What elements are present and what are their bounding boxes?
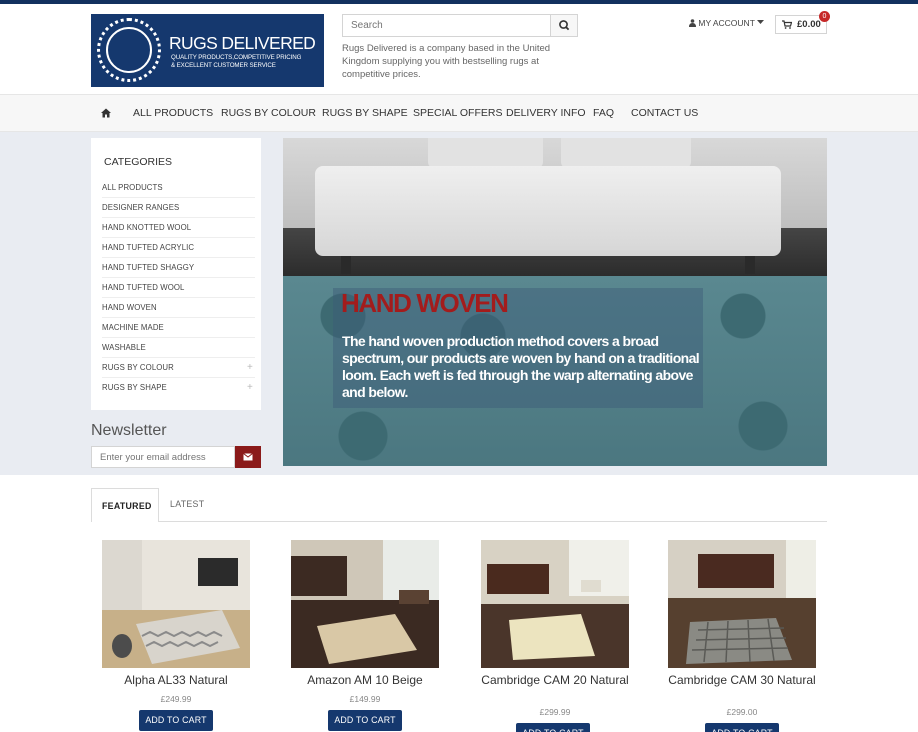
- product-price: £249.99: [160, 694, 192, 704]
- category-item[interactable]: WASHABLE: [102, 338, 255, 358]
- cart-total: £0.00: [797, 19, 821, 30]
- main-nav: ALL PRODUCTS RUGS BY COLOUR RUGS BY SHAP…: [0, 94, 918, 132]
- hero-banner[interactable]: HAND WOVEN The hand woven production met…: [283, 138, 827, 466]
- caret-down-icon: [757, 20, 765, 24]
- user-icon: [689, 19, 696, 27]
- category-item[interactable]: HAND WOVEN: [102, 298, 255, 318]
- category-item[interactable]: HAND TUFTED WOOL: [102, 278, 255, 298]
- category-item-rugs-by-shape[interactable]: RUGS BY SHAPE +: [102, 378, 255, 398]
- my-account-dropdown[interactable]: MY ACCOUNT: [689, 18, 765, 28]
- product-image[interactable]: [102, 540, 250, 668]
- site-logo[interactable]: RUGS DELIVERED QUALITY PRODUCTS,COMPETIT…: [91, 14, 324, 87]
- newsletter-email-input[interactable]: [91, 446, 235, 468]
- hero-heading: HAND WOVEN: [341, 288, 509, 318]
- nav-faq[interactable]: FAQ: [593, 107, 614, 119]
- category-item[interactable]: ALL PRODUCTS: [102, 178, 255, 198]
- product-price: £149.99: [349, 694, 381, 704]
- category-item[interactable]: HAND TUFTED SHAGGY: [102, 258, 255, 278]
- categories-list: ALL PRODUCTS DESIGNER RANGES HAND KNOTTE…: [102, 178, 255, 398]
- product-image[interactable]: [481, 540, 629, 668]
- product-name[interactable]: Cambridge CAM 20 Natural: [481, 674, 629, 687]
- nav-contact-us[interactable]: CONTACT US: [631, 107, 698, 119]
- add-to-cart-button[interactable]: ADD TO CART: [139, 710, 213, 731]
- tab-latest[interactable]: LATEST: [170, 499, 204, 509]
- sofa-image: [315, 166, 781, 256]
- top-accent-bar: [0, 0, 918, 4]
- home-icon[interactable]: [101, 108, 111, 118]
- cart-icon: [782, 20, 792, 29]
- tab-featured[interactable]: FEATURED: [91, 488, 159, 522]
- product-name[interactable]: Cambridge CAM 30 Natural: [668, 674, 816, 687]
- category-item-rugs-by-colour[interactable]: RUGS BY COLOUR +: [102, 358, 255, 378]
- categories-panel: CATEGORIES ALL PRODUCTS DESIGNER RANGES …: [91, 138, 261, 410]
- company-description: Rugs Delivered is a company based in the…: [342, 43, 551, 80]
- envelope-icon: [243, 453, 253, 461]
- category-item[interactable]: HAND TUFTED ACRYLIC: [102, 238, 255, 258]
- search-icon: [559, 20, 570, 31]
- categories-title: CATEGORIES: [104, 156, 173, 168]
- newsletter-title: Newsletter: [91, 422, 167, 439]
- expand-plus-icon[interactable]: +: [247, 378, 253, 397]
- cart-count-badge: 0: [819, 11, 830, 22]
- nav-rugs-by-shape[interactable]: RUGS BY SHAPE: [322, 107, 408, 119]
- logo-title: RUGS DELIVERED: [169, 33, 316, 53]
- newsletter-submit-button[interactable]: [235, 446, 261, 468]
- category-item[interactable]: DESIGNER RANGES: [102, 198, 255, 218]
- product-price: £299.99: [539, 707, 571, 717]
- search-bar: [342, 14, 578, 37]
- product-price: £299.00: [726, 707, 758, 717]
- nav-special-offers[interactable]: SPECIAL OFFERS: [413, 107, 502, 119]
- nav-all-products[interactable]: ALL PRODUCTS: [133, 107, 213, 119]
- expand-plus-icon[interactable]: +: [247, 358, 253, 377]
- product-image[interactable]: [291, 540, 439, 668]
- product-name[interactable]: Amazon AM 10 Beige: [291, 674, 439, 687]
- my-account-label: MY ACCOUNT: [698, 18, 755, 28]
- product-image[interactable]: [668, 540, 816, 668]
- add-to-cart-button[interactable]: ADD TO CART: [328, 710, 402, 731]
- category-item[interactable]: MACHINE MADE: [102, 318, 255, 338]
- search-button[interactable]: [550, 15, 577, 36]
- category-item[interactable]: HAND KNOTTED WOOL: [102, 218, 255, 238]
- add-to-cart-button[interactable]: ADD TO CART: [705, 723, 779, 732]
- hero-text: The hand woven production method covers …: [342, 333, 700, 400]
- logo-emblem-icon: [97, 18, 161, 82]
- product-name[interactable]: Alpha AL33 Natural: [102, 674, 250, 687]
- search-input[interactable]: [343, 15, 550, 36]
- add-to-cart-button[interactable]: ADD TO CART: [516, 723, 590, 732]
- nav-delivery-info[interactable]: DELIVERY INFO: [506, 107, 586, 119]
- logo-tagline: QUALITY PRODUCTS,COMPETITIVE PRICING & E…: [171, 54, 302, 69]
- nav-rugs-by-colour[interactable]: RUGS BY COLOUR: [221, 107, 316, 119]
